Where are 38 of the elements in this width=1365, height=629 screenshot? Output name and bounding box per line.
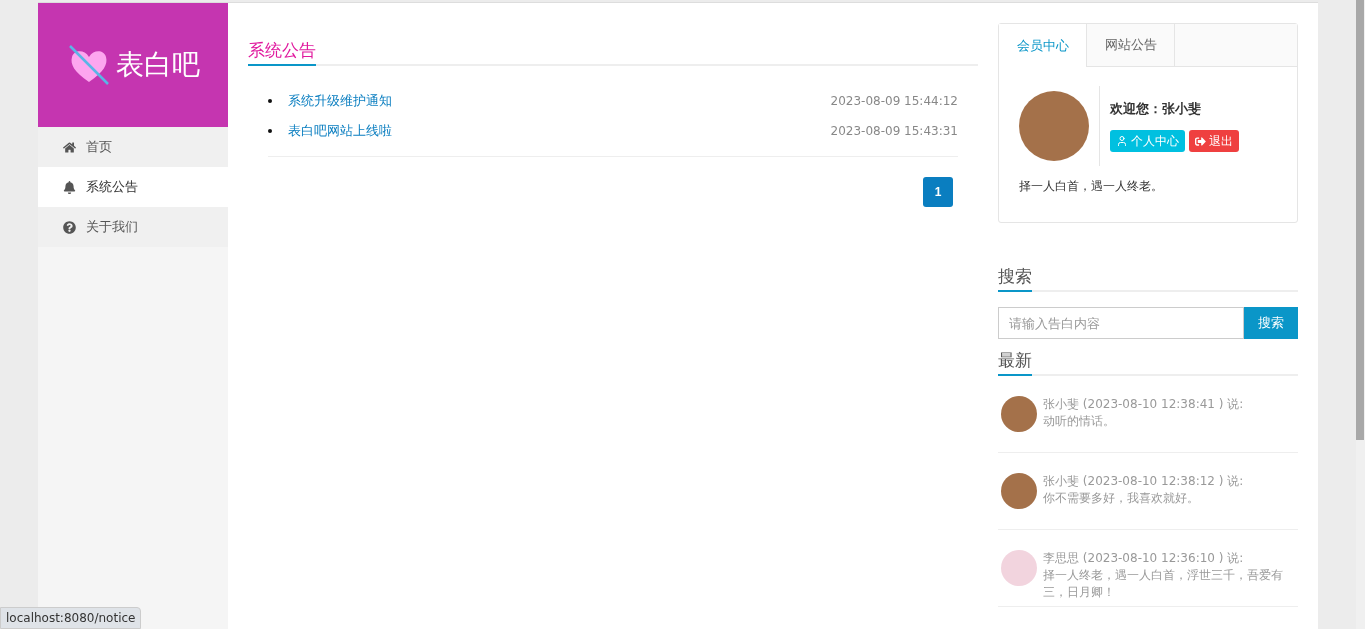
logo-banner[interactable]: 表白吧 xyxy=(38,3,228,127)
notice-time: 2023-08-09 15:44:12 xyxy=(830,94,958,108)
section-title: 最新 xyxy=(998,349,1032,376)
notice-link[interactable]: 表白吧网站上线啦 xyxy=(288,122,831,140)
bell-icon xyxy=(63,180,76,194)
welcome-text: 欢迎您：张小斐 xyxy=(1110,100,1202,118)
avatar-photo-placeholder xyxy=(1001,473,1037,509)
scrollbar[interactable] xyxy=(1356,0,1365,629)
nav-item[interactable]: 系统公告 xyxy=(38,167,228,207)
post-text: 你不需要多好，我喜欢就好。 xyxy=(1043,490,1200,507)
scrollbar-thumb[interactable] xyxy=(1356,0,1364,440)
status-url: localhost:8080/notice xyxy=(0,607,142,629)
motto-text: 择一人白首，遇一人终老。 xyxy=(1018,178,1164,195)
bullet-icon xyxy=(268,129,272,133)
section-title: 搜索 xyxy=(998,265,1032,292)
post-header: 李思思 (2023-08-10 12:36:10 ) 说: xyxy=(1043,550,1245,567)
search-button[interactable]: 搜索 xyxy=(1244,307,1298,339)
avatar-photo-placeholder xyxy=(1001,396,1037,432)
nav-item[interactable]: 首页 xyxy=(38,127,228,167)
page-button[interactable]: 1 xyxy=(923,177,953,207)
post-text: 择一人终老，遇一人白首，浮世三千，吾爱有三，日月卿！ xyxy=(1043,567,1284,601)
nav-item[interactable]: 关于我们 xyxy=(38,207,228,247)
notice-time: 2023-08-09 15:43:31 xyxy=(830,124,958,138)
notice-link[interactable]: 系统升级维护通知 xyxy=(288,92,831,110)
post-text: 动听的情话。 xyxy=(1043,413,1116,430)
logout-button[interactable]: 退出 xyxy=(1189,130,1239,152)
home-icon xyxy=(63,140,76,154)
logo-text: 表白吧 xyxy=(116,47,200,83)
post-header: 张小斐 (2023-08-10 12:38:41 ) 说: xyxy=(1043,396,1244,413)
logout-icon xyxy=(1195,135,1206,147)
user-icon xyxy=(1116,135,1128,147)
bullet-icon xyxy=(268,99,272,103)
section-title: 系统公告 xyxy=(248,39,316,66)
search-field[interactable]: 请输入告白内容 xyxy=(998,307,1244,339)
post-header: 张小斐 (2023-08-10 12:38:12 ) 说: xyxy=(1043,473,1244,490)
avatar-photo-placeholder xyxy=(1001,550,1037,586)
help-icon xyxy=(63,220,76,234)
tab[interactable]: 会员中心 xyxy=(999,24,1087,67)
